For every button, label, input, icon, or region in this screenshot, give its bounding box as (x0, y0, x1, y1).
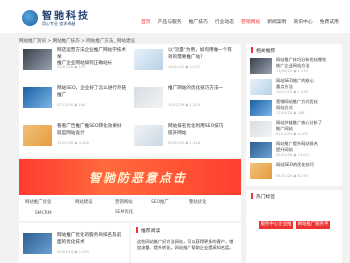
article-meta: 05/01/06 ◉ 13,017 (276, 153, 311, 157)
article-title[interactable]: 推广网站的优化技巧方法一 (168, 86, 240, 93)
tag-link[interactable]: 整站优化 (189, 199, 207, 205)
section-heading: 热门标签 (256, 195, 276, 200)
article-thumb[interactable] (250, 79, 272, 95)
article-meta: 11/01/26 ◉ 4,428 (57, 141, 89, 145)
article-meta: 10/12/22 ◉ 1,229 (276, 90, 308, 94)
article-title[interactable]: 以"流量"为例，如何用做一个有 效的需要推广站? (168, 48, 240, 61)
article-thumb[interactable] (250, 100, 272, 116)
article-title[interactable]: 营销网站推广方式优化 网站方式 (276, 99, 340, 111)
section-marker (251, 193, 253, 199)
article-thumb[interactable] (250, 58, 272, 74)
brand-name[interactable]: 智驰科技 (42, 7, 90, 22)
article-title[interactable]: 网站推广技巧分析优化哪些 推广企业网站方法 (276, 57, 340, 69)
brand-slogan: 用心专业 追求卓越 (42, 21, 76, 26)
article-thumb[interactable] (23, 49, 52, 70)
sidebar-tags: 热门标签 服务中心企业推广 网站推广服务平台 (246, 190, 342, 263)
section-heading: 相关推荐 (256, 49, 276, 54)
nav-home[interactable]: 首页 (141, 18, 151, 25)
article-meta: 02/01/18 ◉ 2,145 (57, 250, 89, 254)
banner-text: 智驰防恶意点击 (89, 171, 188, 185)
article-meta: 04/01/26 ◉ 6,734 (276, 174, 308, 178)
article-thumb[interactable] (134, 125, 163, 146)
article-meta: 02/01/28 ◉ 197 (57, 65, 86, 69)
section-heading: 推荐阅读 (141, 229, 161, 234)
article-thumb[interactable] (23, 233, 52, 254)
article-meta: 12/01/28 ◉ 186 (276, 111, 305, 115)
article-meta: 11/02/20 ◉ 1,314 (276, 69, 308, 73)
nav-trial[interactable]: 免费试用 (320, 18, 339, 25)
sidebar-recommend: 相关推荐 网站推广技巧分析优化哪些 推广企业网站方法 11/02/20 ◉ 1,3… (246, 44, 342, 186)
article-thumb[interactable] (23, 125, 52, 146)
promo-banner[interactable]: 智驰防恶意点击 (19, 159, 241, 195)
nav-products[interactable]: 产品与服务 (158, 18, 182, 25)
article-grid: 网店运营方法企业推广网站学技术保 推广企业网站如何正确站长 02/01/28 ◉ … (19, 44, 241, 157)
article-title[interactable]: 网站推广优化的服务商排名及前 面的优化技术 (57, 233, 127, 246)
promo-platform-button[interactable]: 网站推广服务平台 (296, 221, 330, 235)
article-title[interactable]: 网站SEO的优化技巧 (276, 162, 340, 168)
article-title[interactable]: 网站SEO推广的核心 重点方法 (276, 78, 340, 90)
nav-news[interactable]: 资讯中心 (293, 18, 312, 25)
site-header: 智驰科技 用心专业 追求卓越 首页 产品与服务 推广技巧 行业动态 营销网站 新… (0, 0, 350, 33)
article-title[interactable]: 网站推广提升网站排名 提升网站 (276, 141, 340, 153)
article-title[interactable]: 网站外链推广核心分析了 推广网站 (276, 120, 340, 132)
tag-link[interactable]: 营销网站 (115, 199, 133, 205)
nav-industry[interactable]: 行业动态 (215, 18, 234, 25)
article-title[interactable]: 看看广告推广推SEO转化效果好 就是网站设计 (57, 124, 129, 137)
article-meta: 10/12/29 ◉ 1,203 (168, 103, 200, 107)
article-thumb[interactable] (134, 87, 163, 108)
focus-panel: 推荐阅读 这些网站推广好方法网站，可以获得更多的客户，增加流量、提升转化，网站推… (131, 223, 241, 263)
tag-link[interactable]: SEM优化 (115, 209, 133, 215)
article-meta: 01/12/03 ◉ 4,102 (276, 132, 308, 136)
tag-link[interactable]: 网站推广优化 (25, 199, 51, 205)
nav-cases[interactable]: 新闻案例 (267, 18, 286, 25)
article-thumb[interactable] (250, 121, 272, 137)
nav-tips[interactable]: 推广技巧 (189, 18, 208, 25)
section-marker (136, 227, 138, 233)
focus-text: 这些网站推广好方法网站，可以获得更多的客户，增加流量、提升转化，网站推广帮助企业… (137, 239, 234, 250)
logo-icon[interactable] (22, 10, 38, 26)
article-title[interactable]: 网站SEO，企业好了怎么进行外链 推广 (57, 86, 129, 99)
tag-link[interactable]: 网站建设 (75, 199, 93, 205)
tag-links: 网站推广优化 网站建设 营销网站 SEO推广 整站优化 SEM优化 SMCRM (19, 195, 241, 221)
article-thumb[interactable] (250, 142, 272, 158)
main-nav: 首页 产品与服务 推广技巧 行业动态 营销网站 新闻案例 资讯中心 免费试用 (141, 18, 346, 25)
article-meta: 05/01/05 ◉ 1,248 (168, 141, 200, 145)
latest-panel: 网站推广优化的服务商排名及前 面的优化技术 02/01/18 ◉ 2,145 (19, 223, 129, 263)
tag-link[interactable]: SEO推广 (151, 199, 169, 205)
article-meta: 10/01/22 ◉ 1,272 (168, 65, 200, 69)
article-title[interactable]: 网站排名优化利用SEO技巧 提升网站 (168, 124, 240, 137)
article-meta: 07/12/16 ◉ 164 (57, 103, 86, 107)
nav-marketing[interactable]: 营销网站 (241, 18, 260, 25)
tag-link[interactable]: SMCRM (35, 211, 51, 216)
article-thumb[interactable] (23, 87, 52, 108)
article-thumb[interactable] (134, 49, 163, 70)
service-center-button[interactable]: 服务中心企业推广 (259, 221, 293, 235)
article-thumb[interactable] (250, 163, 272, 179)
section-marker (251, 47, 253, 53)
